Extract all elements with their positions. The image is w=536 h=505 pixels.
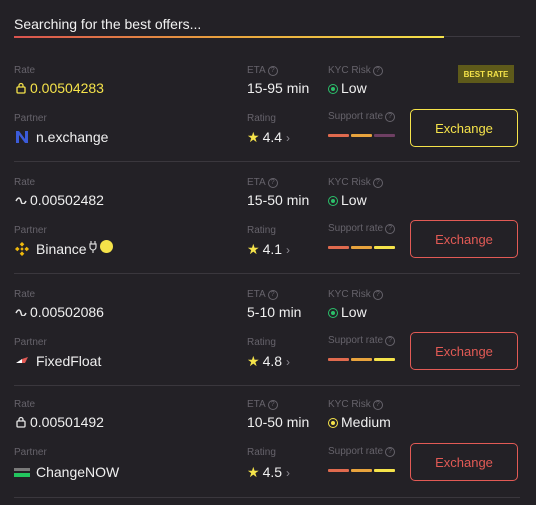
rating-label: Rating (247, 337, 276, 348)
kyc-value: Low (328, 80, 367, 96)
kyc-label: KYC Risk? (328, 289, 383, 300)
rate-label: Rate (14, 289, 36, 300)
eta-label: ETA? (247, 289, 278, 300)
help-icon: ? (372, 290, 383, 300)
n-exchange-logo (14, 129, 30, 145)
exchange-button[interactable]: Exchange (410, 220, 518, 258)
partner-name: Binance (36, 241, 87, 257)
partner-label: Partner (14, 447, 47, 458)
help-icon: ? (267, 178, 278, 188)
rate-value: 0.00502086 (30, 304, 104, 320)
support-label: Support rate? (328, 335, 396, 346)
chevron-right-icon: › (286, 355, 291, 369)
best-rate-badge: BEST RATE (458, 65, 514, 83)
partner-label: Partner (14, 113, 47, 124)
offer-row: Rate 0.00502086 Partner FixedFloat ETA? … (14, 274, 520, 386)
partner-name: ChangeNOW (36, 464, 120, 480)
rating-link[interactable]: ★ 4.1 › (247, 241, 290, 258)
eta-value: 10-50 min (247, 414, 310, 430)
star-icon: ★ (247, 241, 260, 257)
rating-value: 4.4 (262, 129, 283, 145)
rating-link[interactable]: ★ 4.4 › (247, 129, 290, 146)
rating-value: 4.5 (262, 464, 283, 480)
eta-value: 5-10 min (247, 304, 302, 320)
binance-logo (14, 241, 30, 257)
rating-value: 4.1 (262, 241, 283, 257)
help-icon: ? (267, 290, 278, 300)
search-status-text: Searching for the best offers... (14, 16, 202, 32)
kyc-status-icon (328, 418, 338, 428)
kyc-value: Medium (328, 414, 391, 430)
changenow-logo (14, 464, 30, 480)
rate-value: 0.00501492 (30, 414, 104, 430)
support-label: Support rate? (328, 446, 396, 457)
kyc-label: KYC Risk? (328, 65, 383, 76)
eta-label: ETA? (247, 177, 278, 188)
rating-link[interactable]: ★ 4.5 › (247, 464, 290, 481)
kyc-label: KYC Risk? (328, 399, 383, 410)
offer-row: Rate 0.00504283 Partner n.exchange ETA? … (14, 50, 520, 162)
help-icon: ? (267, 66, 278, 76)
help-icon: ? (372, 400, 383, 410)
help-icon: ? (385, 336, 396, 346)
star-icon: ★ (247, 129, 260, 145)
search-progress-bar (14, 35, 520, 38)
chevron-right-icon: › (286, 466, 291, 480)
rate-value: 0.00504283 (30, 80, 104, 96)
offer-row: Rate 0.00502482 Partner Binance ETA? 15-… (14, 162, 520, 274)
lock-icon (14, 81, 28, 95)
float-icon (14, 193, 28, 207)
eta-label: ETA? (247, 65, 278, 76)
help-icon: ? (385, 224, 396, 234)
star-icon: ★ (247, 464, 260, 480)
plug-icon (88, 240, 100, 254)
rate-value: 0.00502482 (30, 192, 104, 208)
rating-label: Rating (247, 225, 276, 236)
help-icon: ? (267, 400, 278, 410)
help-icon: ? (385, 112, 396, 122)
offers-panel: Searching for the best offers... Rate 0.… (0, 0, 536, 505)
rating-label: Rating (247, 113, 276, 124)
partner-label: Partner (14, 337, 47, 348)
rate-label: Rate (14, 177, 36, 188)
support-label: Support rate? (328, 223, 396, 234)
kyc-value: Low (328, 192, 367, 208)
kyc-status-icon (328, 196, 338, 206)
support-rate-bar (328, 134, 395, 137)
exchange-button[interactable]: Exchange (410, 332, 518, 370)
float-icon (14, 305, 28, 319)
support-label: Support rate? (328, 111, 396, 122)
kyc-status-icon (328, 84, 338, 94)
help-icon: ? (372, 66, 383, 76)
partner-label: Partner (14, 225, 47, 236)
rate-label: Rate (14, 399, 36, 410)
help-icon: ? (385, 447, 396, 457)
search-progress-fill (14, 35, 445, 38)
offer-row: Rate 0.00501492 Partner ChangeNOW ETA? 1… (14, 386, 520, 498)
lock-icon (14, 415, 28, 429)
emoji-icon (100, 240, 113, 253)
rating-value: 4.8 (262, 353, 283, 369)
chevron-right-icon: › (286, 131, 291, 145)
rate-label: Rate (14, 65, 36, 76)
rating-label: Rating (247, 447, 276, 458)
exchange-button[interactable]: Exchange (410, 109, 518, 147)
star-icon: ★ (247, 353, 260, 369)
kyc-label: KYC Risk? (328, 177, 383, 188)
partner-name: FixedFloat (36, 353, 102, 369)
fixedfloat-logo (14, 353, 30, 369)
partner-name: n.exchange (36, 129, 109, 145)
chevron-right-icon: › (286, 243, 291, 257)
rating-link[interactable]: ★ 4.8 › (247, 353, 290, 370)
kyc-status-icon (328, 308, 338, 318)
support-rate-bar (328, 358, 395, 361)
exchange-button[interactable]: Exchange (410, 443, 518, 481)
kyc-value: Low (328, 304, 367, 320)
eta-label: ETA? (247, 399, 278, 410)
help-icon: ? (372, 178, 383, 188)
eta-value: 15-50 min (247, 192, 310, 208)
eta-value: 15-95 min (247, 80, 310, 96)
support-rate-bar (328, 246, 395, 249)
support-rate-bar (328, 469, 395, 472)
